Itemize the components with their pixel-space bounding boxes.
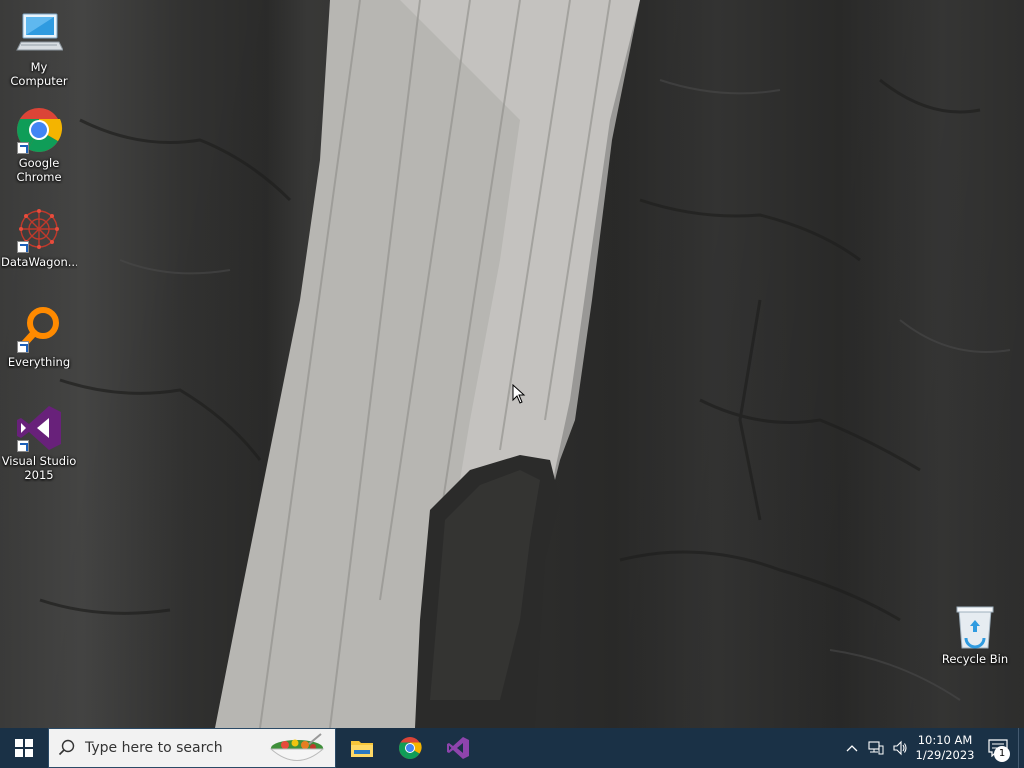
desktop-icon-label: Everything [7, 355, 71, 369]
recycle-bin-icon [951, 602, 999, 650]
taskbar-google-chrome[interactable] [386, 728, 434, 768]
taskbar: Type here to search 10:10 AM 1/29/2023 1 [0, 728, 1024, 768]
desktop-icon-everything[interactable]: Everything [1, 305, 77, 369]
shortcut-arrow-icon [17, 440, 29, 452]
visual-studio-icon [15, 404, 63, 452]
desktop-icon-label: Recycle Bin [941, 652, 1009, 666]
notification-count-badge: 1 [994, 746, 1010, 762]
taskbar-clock[interactable]: 10:10 AM 1/29/2023 [912, 728, 978, 768]
desktop-icon-google-chrome[interactable]: Google Chrome [1, 106, 77, 184]
computer-icon [15, 10, 64, 58]
desktop-wallpaper [0, 0, 1024, 728]
mouse-cursor-icon [512, 384, 526, 404]
visual-studio-icon [447, 737, 469, 759]
desktop-icon-visual-studio[interactable]: Visual Studio 2015 [1, 404, 77, 482]
wallpaper-cliff-image [39, 0, 1011, 728]
file-explorer-icon [351, 741, 373, 757]
action-center-button[interactable]: 1 [978, 728, 1018, 768]
show-hidden-icons-chevron-up-icon[interactable] [840, 728, 864, 768]
shortcut-arrow-icon [17, 142, 29, 154]
desktop-icon-label: Google Chrome [16, 156, 62, 184]
shortcut-arrow-icon [17, 341, 29, 353]
taskbar-search-box[interactable]: Type here to search [48, 728, 336, 768]
desktop-icon-label: Visual Studio 2015 [1, 454, 77, 482]
shortcut-arrow-icon [17, 241, 29, 253]
everything-search-icon [15, 305, 63, 353]
start-button[interactable] [0, 728, 48, 768]
show-desktop-button[interactable] [1018, 728, 1024, 768]
datawagon-icon [15, 205, 63, 253]
clock-time: 10:10 AM [917, 733, 973, 747]
system-tray: 10:10 AM 1/29/2023 1 [840, 728, 1024, 768]
desktop-icon-label: DataWagon... [1, 255, 77, 269]
desktop-icon-datawagon[interactable]: DataWagon... [1, 205, 77, 269]
desktop-icon-label: My Computer [10, 60, 68, 88]
taskbar-visual-studio[interactable] [434, 728, 482, 768]
volume-speaker-icon[interactable] [888, 728, 912, 768]
chrome-icon [399, 737, 422, 759]
desktop-icon-my-computer[interactable]: My Computer [1, 10, 77, 88]
search-placeholder: Type here to search [85, 740, 223, 756]
windows-logo-icon [15, 739, 33, 757]
search-highlight-food-bowl-icon [269, 733, 325, 761]
network-icon[interactable] [864, 728, 888, 768]
chrome-icon [15, 106, 63, 154]
taskbar-file-explorer[interactable] [338, 728, 386, 768]
desktop-icon-recycle-bin[interactable]: Recycle Bin [937, 602, 1013, 666]
search-icon [49, 728, 85, 768]
clock-date: 1/29/2023 [915, 748, 975, 762]
